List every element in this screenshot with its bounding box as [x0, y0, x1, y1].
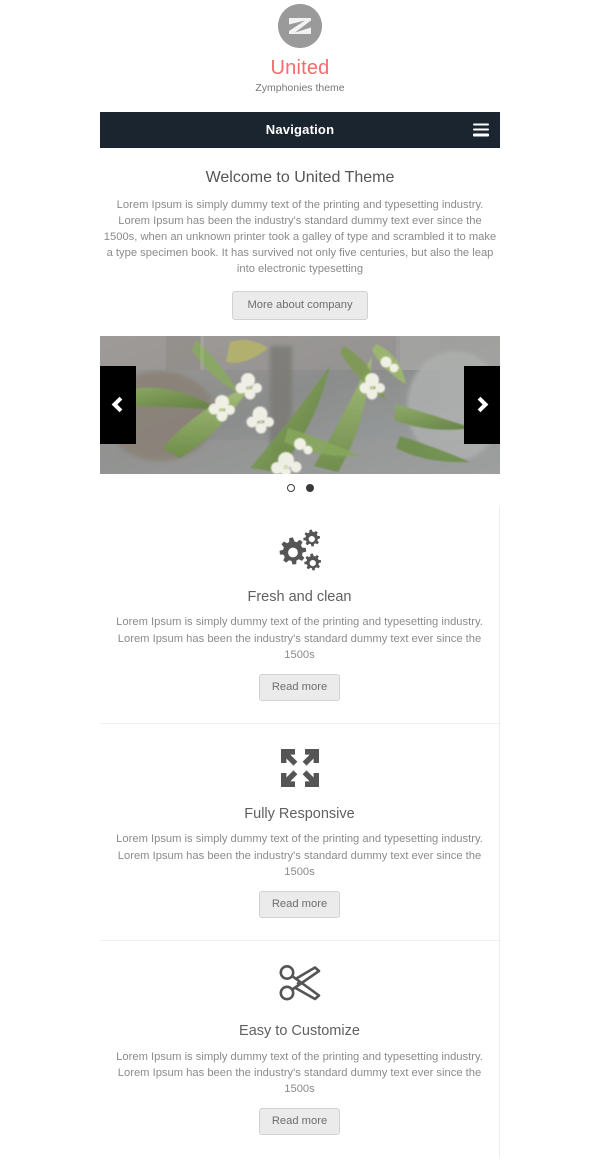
navigation-wrapper: Navigation [0, 111, 600, 148]
feature-title: Easy to Customize [239, 1023, 360, 1040]
carousel-slide-image [100, 335, 500, 474]
chevron-right-icon [472, 397, 489, 413]
chevron-left-icon [111, 397, 128, 413]
carousel-dot[interactable] [305, 483, 314, 492]
carousel-dot[interactable] [286, 483, 295, 492]
site-name[interactable]: United [0, 57, 600, 79]
features-section: Fresh and clean Lorem Ipsum is simply du… [0, 506, 600, 1158]
feature-block: Fully Responsive Lorem Ipsum is simply d… [100, 723, 500, 941]
navigation-bar: Navigation [100, 111, 500, 148]
welcome-heading: Welcome to United Theme [205, 168, 395, 186]
feature-body: Lorem Ipsum is simply dummy text of the … [116, 1050, 483, 1095]
hamburger-menu-icon[interactable] [473, 123, 489, 137]
carousel-pagination [100, 483, 500, 492]
navigation-title: Navigation [265, 122, 335, 138]
hamburger-bar [473, 133, 489, 137]
carousel-next-button[interactable] [464, 365, 500, 444]
site-branding: United Zymphonies theme [0, 0, 600, 95]
welcome-section: Welcome to United Theme Lorem Ipsum is s… [0, 168, 600, 320]
hamburger-bar [473, 123, 489, 126]
read-more-button[interactable]: Read more [258, 891, 341, 919]
page-root: United Zymphonies theme Navigation Welco… [0, 0, 600, 1172]
feature-title: Fully Responsive [244, 806, 355, 823]
feature-title: Fresh and clean [247, 588, 352, 605]
feature-block: Easy to Customize Lorem Ipsum is simply … [100, 940, 500, 1158]
more-about-company-button[interactable]: More about company [232, 290, 368, 320]
site-slogan: Zymphonies theme [255, 82, 345, 94]
carousel-section [0, 335, 600, 492]
welcome-body: Lorem Ipsum is simply dummy text of the … [103, 199, 497, 276]
carousel-viewport[interactable] [100, 335, 500, 474]
hamburger-bar [473, 128, 489, 131]
scissors-icon [100, 959, 499, 1011]
read-more-button[interactable]: Read more [258, 674, 341, 702]
z-logo-icon[interactable] [278, 4, 322, 48]
feature-body: Lorem Ipsum is simply dummy text of the … [116, 616, 483, 661]
z-logo-glyph [278, 4, 322, 48]
gears-icon [100, 525, 499, 577]
logo-wrapper [0, 4, 600, 48]
feature-block: Fresh and clean Lorem Ipsum is simply du… [100, 506, 500, 724]
carousel-prev-button[interactable] [100, 365, 136, 444]
expand-arrows-icon [100, 742, 499, 794]
read-more-button[interactable]: Read more [258, 1108, 341, 1136]
feature-body: Lorem Ipsum is simply dummy text of the … [116, 833, 483, 878]
